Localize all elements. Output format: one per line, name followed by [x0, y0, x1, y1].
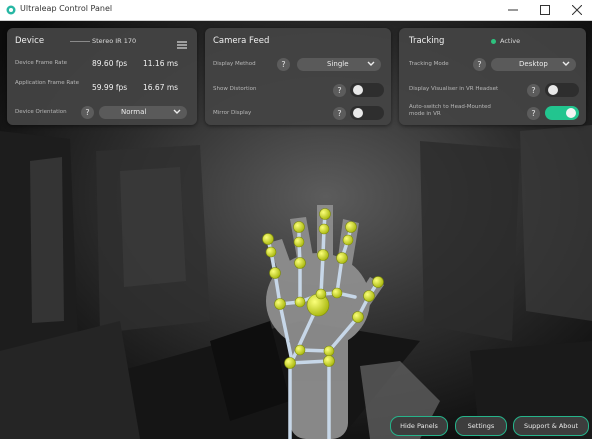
camera-feed-panel-title: Camera Feed: [213, 36, 270, 46]
auto-switch-label: Auto-switch to Head-Mounted mode in VR: [409, 104, 491, 117]
display-method-help-button[interactable]: ?: [277, 58, 290, 71]
display-method-select-value: Single: [327, 60, 349, 68]
maximize-button[interactable]: [530, 0, 560, 20]
ultraleap-logo-icon: [6, 5, 16, 15]
toggle-knob: [353, 108, 363, 118]
toggle-knob: [548, 85, 558, 95]
device-list-icon[interactable]: [176, 36, 188, 49]
device-separator: [70, 41, 90, 42]
mirror-display-help-button[interactable]: ?: [333, 107, 346, 120]
tracking-mode-label: Tracking Mode: [409, 61, 449, 67]
device-fps-value: 89.60 fps: [92, 59, 128, 68]
mirror-display-toggle[interactable]: [350, 106, 384, 120]
orientation-select[interactable]: Normal: [99, 106, 187, 119]
minimize-icon: [508, 9, 518, 11]
device-frame-rate-label: Device Frame Rate: [15, 60, 68, 66]
application-frame-rate-label: Application Frame Rate: [15, 80, 79, 86]
camera-feed-panel: Camera Feed Display Method ? Single Show…: [205, 28, 391, 125]
chevron-down-icon: [367, 61, 375, 66]
orientation-help-button[interactable]: ?: [81, 106, 94, 119]
tracking-status-label: Active: [500, 37, 521, 45]
visualiser-in-vr-label: Display Visualiser in VR Headset: [409, 86, 499, 92]
auto-switch-help-button[interactable]: ?: [527, 107, 540, 120]
close-window-button[interactable]: [562, 0, 592, 20]
maximize-icon: [540, 5, 550, 15]
tracking-mode-select[interactable]: Desktop: [491, 58, 576, 71]
hide-panels-button[interactable]: Hide Panels: [390, 416, 448, 436]
show-distortion-label: Show Distortion: [213, 86, 257, 92]
visualiser-in-vr-toggle[interactable]: [545, 83, 579, 97]
show-distortion-help-button[interactable]: ?: [333, 84, 346, 97]
support-about-button[interactable]: Support & About: [513, 416, 589, 436]
title-bar: Ultraleap Control Panel: [0, 0, 592, 21]
display-method-label: Display Method: [213, 61, 256, 67]
toggle-knob: [353, 85, 363, 95]
settings-button[interactable]: Settings: [455, 416, 507, 436]
tracking-mode-help-button[interactable]: ?: [473, 58, 486, 71]
device-name: Stereo IR 170: [92, 37, 137, 45]
list-icon: [177, 41, 187, 49]
tracking-mode-select-value: Desktop: [519, 60, 548, 68]
device-panel-title: Device: [15, 36, 45, 46]
minimize-button[interactable]: [498, 0, 528, 20]
auto-switch-toggle[interactable]: [545, 106, 579, 120]
orientation-select-value: Normal: [121, 108, 147, 116]
application-fps-value: 59.99 fps: [92, 83, 128, 92]
show-distortion-toggle[interactable]: [350, 83, 384, 97]
application-ms-value: 16.67 ms: [143, 83, 179, 92]
mirror-display-label: Mirror Display: [213, 110, 252, 116]
tracking-status-dot: [491, 39, 496, 44]
window-title: Ultraleap Control Panel: [20, 4, 113, 13]
device-ms-value: 11.16 ms: [143, 59, 179, 68]
chevron-down-icon: [562, 61, 570, 66]
device-orientation-label: Device Orientation: [15, 109, 67, 115]
device-panel: Device Stereo IR 170 Device Frame Rate 8…: [7, 28, 197, 125]
tracking-panel: Tracking Active Tracking Mode ? Desktop …: [399, 28, 586, 125]
display-method-select[interactable]: Single: [297, 58, 381, 71]
toggle-knob: [566, 108, 576, 118]
visualiser-help-button[interactable]: ?: [527, 84, 540, 97]
close-icon: [572, 5, 582, 15]
tracking-panel-title: Tracking: [409, 36, 445, 46]
chevron-down-icon: [173, 109, 181, 114]
